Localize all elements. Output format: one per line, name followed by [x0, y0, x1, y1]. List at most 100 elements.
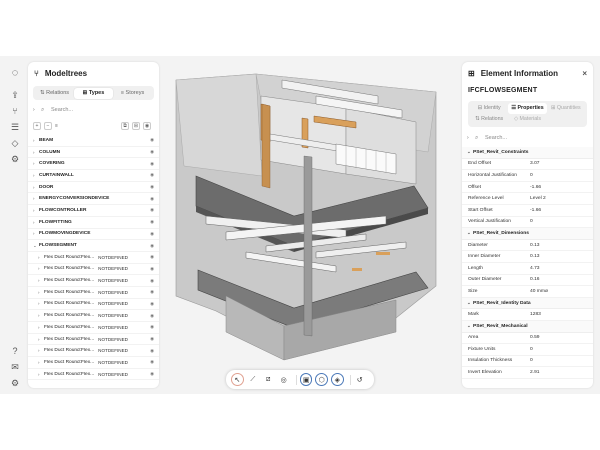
eye-icon[interactable]: ◉ [146, 219, 154, 225]
visibility-icon[interactable]: ◉ [143, 122, 151, 130]
eye-icon[interactable]: ◉ [146, 336, 154, 342]
tab-relations[interactable]: ⇅ Relations [35, 88, 74, 99]
tree-child-item[interactable]: › Flex Duct Round:Flex... NOTDEFINED ◉ [28, 252, 159, 264]
tree-item-type: NOTDEFINED [98, 301, 128, 307]
tree-child-item[interactable]: › Flex Duct Round:Flex... NOTDEFINED ◉ [28, 299, 159, 311]
eye-icon[interactable]: ◉ [146, 324, 154, 330]
property-row: Offset -1.66 [462, 182, 593, 194]
property-row: End Offset 3.07 [462, 159, 593, 171]
eye-icon[interactable]: ◉ [146, 301, 154, 307]
filter-icon[interactable]: ≡ [55, 123, 58, 129]
eye-icon[interactable]: ◉ [146, 254, 154, 260]
tab-materials[interactable]: ◇ Materials [508, 114, 546, 125]
tree-child-item[interactable]: › Flex Duct Round:Flex... NOTDEFINED ◉ [28, 275, 159, 287]
collapse-all-icon[interactable]: − [44, 122, 52, 130]
pset-header[interactable]: ⌄ PSet_Revit_Dimensions [462, 228, 593, 240]
tree-item[interactable]: › COVERING ◉ [28, 158, 159, 171]
tree-item[interactable]: › FLOWCONTROLLER ◉ [28, 205, 159, 217]
property-key: Offset [468, 184, 481, 190]
view-iso-icon[interactable]: ⬡ [315, 373, 328, 386]
layers-icon[interactable]: ◇ [8, 136, 22, 150]
settings-icon[interactable]: ⚙ [8, 152, 22, 166]
tree-item-label: Flex Duct Round:Flex... [44, 371, 95, 377]
eye-icon[interactable]: ◉ [146, 172, 154, 178]
upload-icon[interactable]: ⇪ [8, 88, 22, 102]
eye-icon[interactable]: ◉ [146, 196, 154, 202]
tree-child-item[interactable]: › Flex Duct Round:Flex... NOTDEFINED ◉ [28, 310, 159, 322]
eye-icon[interactable]: ◉ [146, 207, 154, 213]
hierarchy-icon[interactable]: ⑂ [8, 104, 22, 118]
tree-child-item[interactable]: › Flex Duct Round:Flex... NOTDEFINED ◉ [28, 369, 159, 381]
search-input[interactable]: Search... [51, 107, 73, 113]
measure-icon[interactable]: ⟋ [247, 373, 259, 386]
tree-search[interactable]: › ⌕ Search... [33, 104, 154, 116]
camera-icon[interactable]: ◎ [277, 373, 289, 386]
tab-label: Quantities [556, 105, 581, 111]
close-icon[interactable]: × [582, 69, 587, 78]
eye-icon[interactable]: ◉ [146, 371, 154, 377]
tree-item[interactable]: › CURTAINWALL ◉ [28, 170, 159, 182]
building-model[interactable] [166, 56, 456, 394]
pset-header[interactable]: ⌄ PSet_Revit_Identity Data [462, 297, 593, 310]
eye-icon[interactable]: ◉ [146, 243, 154, 249]
gear-icon[interactable]: ⚙ [8, 376, 22, 390]
expand-all-icon[interactable]: + [33, 122, 41, 130]
tree-item[interactable]: › FLOWMOVINGDEVICE ◉ [28, 229, 159, 241]
tree-child-item[interactable]: › Flex Duct Round:Flex... NOTDEFINED ◉ [28, 322, 159, 334]
tree-child-item[interactable]: › Flex Duct Round:Flex... NOTDEFINED ◉ [28, 345, 159, 358]
tab-identity[interactable]: ⊟ Identity [470, 103, 508, 114]
grid-icon[interactable]: ⊞ [132, 122, 140, 130]
mail-icon[interactable]: ✉ [8, 360, 22, 374]
eye-icon[interactable]: ◉ [146, 161, 154, 167]
tab-storeys[interactable]: ≡ Storeys [113, 88, 152, 99]
tree-item[interactable]: › COLUMN ◉ [28, 147, 159, 159]
tab-relations[interactable]: ⇅ Relations [470, 114, 508, 125]
select-icon[interactable]: ↖ [231, 373, 244, 386]
tree-item[interactable]: ⌄ FLOWSEGMENT ◉ [28, 240, 159, 252]
eye-icon[interactable]: ◉ [146, 359, 154, 365]
list-icon[interactable]: ☰ [8, 120, 22, 134]
tab-quantities[interactable]: ⊞ Quantities [547, 103, 585, 114]
tree-item[interactable]: › ENERGYCONVERSIONDEVICE ◉ [28, 193, 159, 206]
copy-icon[interactable]: ⧉ [121, 122, 129, 130]
property-value: 0 [530, 346, 533, 352]
eye-icon[interactable]: ◉ [146, 278, 154, 284]
eye-icon[interactable]: ◉ [146, 149, 154, 155]
element-info-panel: ⊞ Element Information × IFCFLOWSEGMENT ⊟… [462, 62, 593, 388]
property-search[interactable]: › ⌕ Search... [467, 132, 588, 144]
eye-icon[interactable]: ◉ [146, 231, 154, 237]
eye-icon[interactable]: ◉ [146, 289, 154, 295]
pset-header[interactable]: ⌄ PSet_Revit_Constraints [462, 147, 593, 159]
property-key: Insulation Thickness [468, 358, 513, 364]
tree-item-label: ENERGYCONVERSIONDEVICE [39, 196, 110, 202]
search-input[interactable]: Search... [485, 135, 507, 141]
tree-child-item[interactable]: › Flex Duct Round:Flex... NOTDEFINED ◉ [28, 287, 159, 299]
eye-icon[interactable]: ◉ [146, 184, 154, 190]
property-key: Reference Level [468, 196, 504, 202]
view-top-icon[interactable]: ◈ [331, 373, 344, 386]
tree-item-label: FLOWFITTING [39, 219, 72, 225]
tree-child-item[interactable]: › Flex Duct Round:Flex... NOTDEFINED ◉ [28, 357, 159, 369]
tab-types[interactable]: ⊞ Types [74, 87, 113, 99]
view-front-icon[interactable]: ▣ [299, 373, 313, 386]
help-icon[interactable]: ? [8, 344, 22, 358]
tree-item-label: BEAM [39, 137, 54, 143]
tab-label: Materials [519, 116, 542, 122]
eye-icon[interactable]: ◉ [146, 266, 154, 272]
tab-properties[interactable]: ☰ Properties [508, 103, 547, 114]
property-key: Fixture Units [468, 346, 496, 352]
property-key: Area [468, 335, 479, 341]
tree-item[interactable]: › BEAM ◉ [28, 135, 159, 147]
3d-viewer[interactable]: ↖ ⟋ ⧄ ◎ ▣ ⬡ ◈ ↺ [166, 56, 456, 394]
section-icon[interactable]: ⧄ [262, 373, 274, 386]
tree-child-item[interactable]: › Flex Duct Round:Flex... NOTDEFINED ◉ [28, 334, 159, 346]
undo-icon[interactable]: ↺ [354, 373, 366, 386]
tree-item[interactable]: › DOOR ◉ [28, 182, 159, 194]
property-value: 0.13 [530, 242, 540, 248]
tree-item[interactable]: › FLOWFITTING ◉ [28, 217, 159, 229]
eye-icon[interactable]: ◉ [146, 348, 154, 354]
eye-icon[interactable]: ◉ [146, 313, 154, 319]
pset-header[interactable]: ⌄ PSet_Revit_Mechanical [462, 320, 593, 333]
tree-child-item[interactable]: › Flex Duct Round:Flex... NOTDEFINED ◉ [28, 264, 159, 276]
eye-icon[interactable]: ◉ [146, 137, 154, 143]
